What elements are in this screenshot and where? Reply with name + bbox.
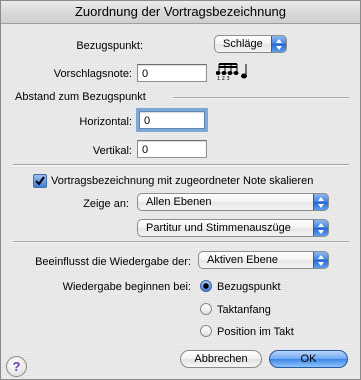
wiedergabe-label: Wiedergabe beginnen bei: (62, 281, 191, 293)
popup-arrows-icon (313, 194, 328, 210)
separator (13, 164, 349, 166)
popup-arrows-icon (313, 220, 328, 236)
vorschlagsnote-label: Vorschlagsnote: (53, 68, 132, 80)
cancel-button[interactable]: Abbrechen (180, 350, 262, 368)
bezugspunkt-popup[interactable]: Schläge (214, 35, 287, 53)
window-title: Zuordnung der Vortragsbezeichnung (1, 1, 360, 24)
ok-button[interactable]: OK (269, 350, 348, 368)
svg-text:1 2 3: 1 2 3 (217, 76, 230, 81)
partitur-value: Partitur und Stimmenauszüge (146, 222, 291, 234)
skalieren-label: Vortragsbezeichnung mit zugeordneter Not… (51, 175, 314, 187)
separator (173, 97, 349, 99)
horizontal-label: Horizontal: (79, 116, 132, 128)
beeinflusst-label: Beeinflusst die Wiedergabe der: (35, 256, 191, 268)
checkmark-icon (35, 176, 45, 186)
vertikal-field[interactable]: 0 (137, 140, 207, 158)
bezugspunkt-label: Bezugspunkt: (76, 40, 143, 52)
popup-arrows-icon (271, 36, 286, 52)
abstand-heading: Abstand zum Bezugspunkt (15, 91, 146, 103)
horizontal-field[interactable]: 0 (136, 108, 208, 132)
radio-position-im-takt-label: Position im Takt (217, 326, 294, 338)
radio-bezugspunkt[interactable] (200, 280, 212, 292)
beeinflusst-value: Aktiven Ebene (207, 254, 278, 266)
zeige-an-label: Zeige an: (83, 198, 129, 210)
beeinflusst-popup[interactable]: Aktiven Ebene (198, 251, 329, 269)
popup-arrows-icon (313, 252, 328, 268)
grace-note-icon: 1 2 3 (216, 63, 247, 81)
bezugspunkt-value: Schläge (223, 38, 263, 50)
radio-taktanfang-label: Taktanfang (217, 304, 271, 316)
separator (13, 241, 349, 243)
zeige-an-value: Allen Ebenen (146, 196, 212, 208)
radio-bezugspunkt-label: Bezugspunkt (217, 281, 281, 293)
radio-taktanfang[interactable] (200, 303, 212, 315)
vorschlagsnote-field[interactable]: 0 (137, 64, 207, 82)
skalieren-checkbox[interactable] (33, 174, 47, 188)
help-icon[interactable]: ? (6, 356, 27, 377)
dialog-window: Zuordnung der Vortragsbezeichnung Bezugs… (0, 0, 361, 380)
vertikal-label: Vertikal: (92, 145, 132, 157)
radio-position-im-takt[interactable] (200, 325, 212, 337)
partitur-popup[interactable]: Partitur und Stimmenauszüge (137, 219, 329, 237)
zeige-an-popup[interactable]: Allen Ebenen (137, 193, 329, 211)
